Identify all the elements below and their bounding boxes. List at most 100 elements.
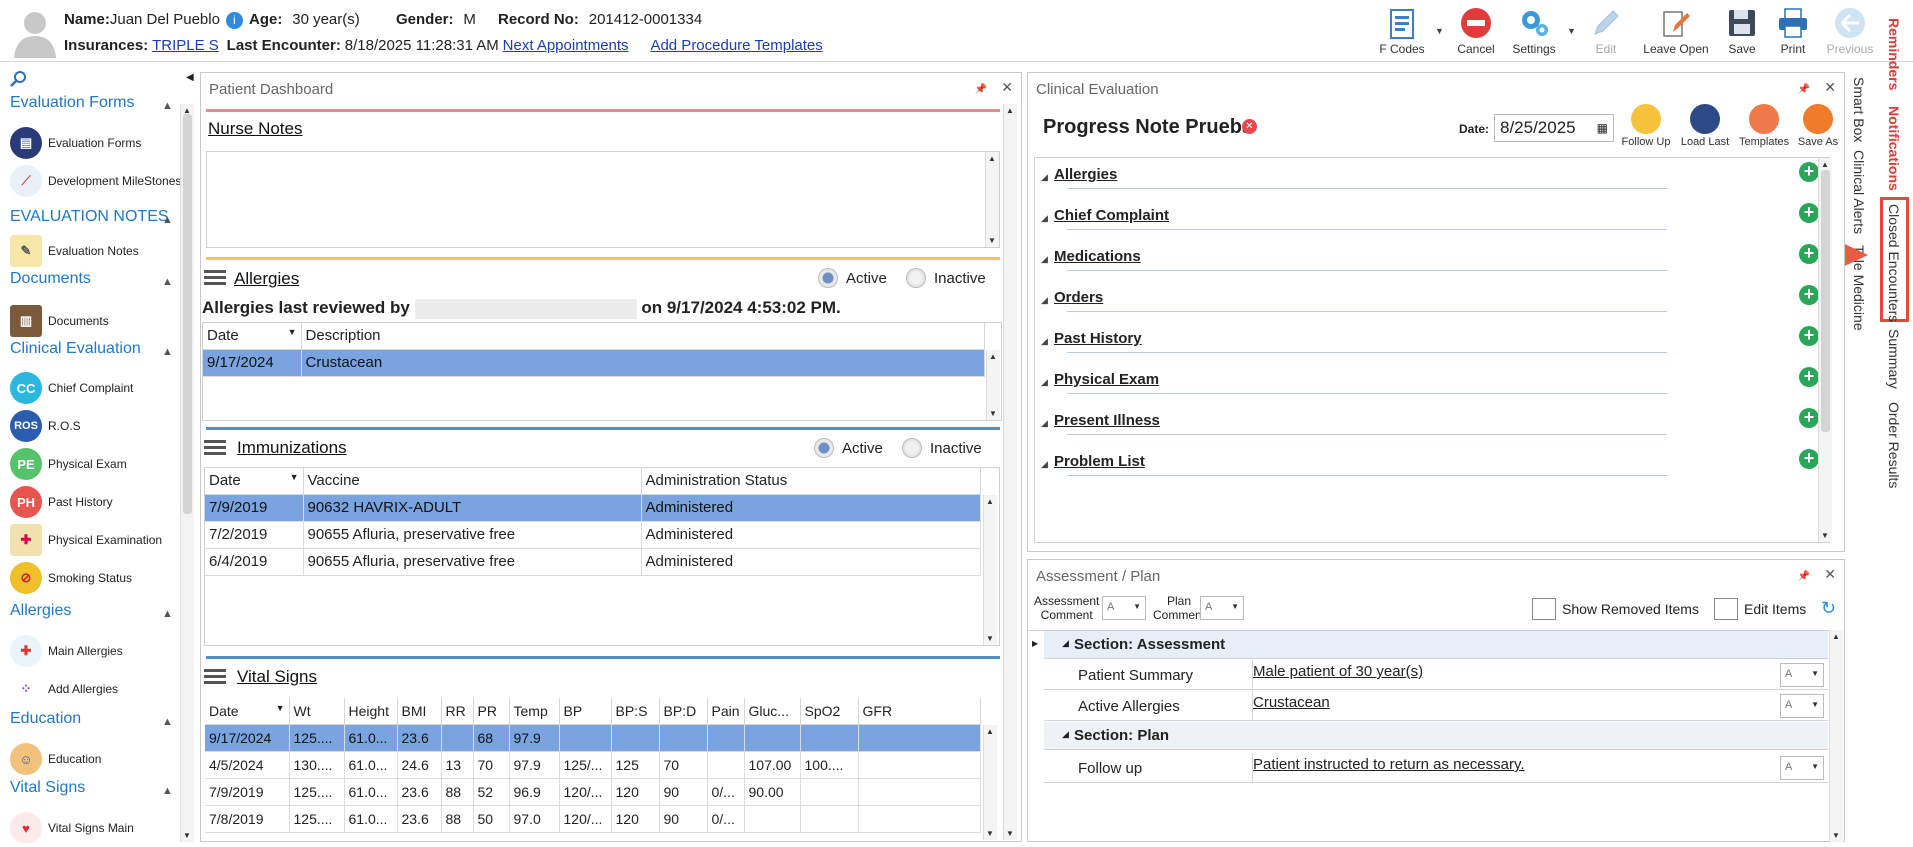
scroll-down-icon[interactable]: ▼ [988, 236, 996, 245]
collapse-triangle-icon[interactable]: ◢ [1041, 459, 1048, 470]
col-header[interactable]: BMI [397, 698, 442, 725]
collapse-triangle-icon[interactable]: ◢ [1041, 418, 1048, 429]
collapse-triangle-icon[interactable]: ◢ [1041, 377, 1048, 388]
scroll-down-icon[interactable]: ▼ [1821, 531, 1829, 540]
scroll-down-icon[interactable]: ▼ [1006, 829, 1014, 838]
collapse-chevron-icon[interactable]: ▲ [162, 785, 173, 797]
assessment-scrollbar[interactable]: ▲ ▼ [1829, 630, 1843, 842]
smart-box-tab[interactable]: Smart Box [1851, 77, 1867, 142]
collapse-chevron-icon[interactable]: ▲ [162, 346, 173, 358]
add-item-plus-icon[interactable]: + [1799, 449, 1819, 469]
table-row[interactable]: 4/5/2024 130.... 61.0... 24.6 13 70 97.9 125/..… [205, 751, 981, 779]
sidebar-scrollbar[interactable]: ▲ ▼ [180, 104, 194, 842]
edit-button[interactable]: Edit [1575, 6, 1637, 60]
immunizations-inactive-radio[interactable]: Inactive [902, 438, 982, 458]
group-evaluation-forms[interactable]: Evaluation Forms [10, 94, 135, 112]
insurance-link[interactable]: TRIPLE S [152, 37, 219, 54]
clinical-section-row[interactable]: ◢ Past History [1037, 324, 1673, 365]
close-icon[interactable]: ✕ [1824, 79, 1836, 95]
next-appointments-link[interactable]: Next Appointments [503, 37, 629, 54]
col-vaccine[interactable]: Vaccine [303, 468, 642, 495]
add-procedure-templates-link[interactable]: Add Procedure Templates [650, 37, 822, 54]
allergies-scrollbar[interactable]: ▲ ▼ [986, 350, 1000, 420]
save-as-button[interactable]: Save As [1793, 104, 1843, 148]
col-date[interactable]: Date ▼ [203, 323, 302, 350]
col-header[interactable]: Height [344, 698, 398, 725]
collapse-chevron-icon[interactable]: ▲ [162, 276, 173, 288]
item-value[interactable]: Male patient of 30 year(s) [1253, 663, 1423, 680]
fcodes-dropdown-icon[interactable]: ▼ [1435, 26, 1444, 36]
collapse-chevron-icon[interactable]: ▲ [162, 100, 173, 112]
table-row[interactable]: 7/9/2019 125.... 61.0... 23.6 88 52 96.9 120/..… [205, 778, 981, 806]
sidebar-item-evaluation-notes[interactable]: ✎ Evaluation Notes [10, 234, 190, 268]
clinical-section-row[interactable]: ◢ Medications [1037, 242, 1673, 283]
sidebar-item-vital-signs-main[interactable]: ♥ Vital Signs Main [10, 811, 190, 843]
item-value[interactable]: Crustacean [1253, 694, 1330, 711]
col-header[interactable]: Gluc... [744, 698, 801, 725]
pin-icon[interactable]: 📌 [975, 84, 987, 95]
clinical-section-row[interactable]: ◢ Allergies [1037, 160, 1673, 201]
plan-comment-dropdown[interactable]: A ▼ [1200, 596, 1244, 620]
sidebar-item-add-allergies[interactable]: ⁘ Add Allergies [10, 672, 190, 706]
add-item-plus-icon[interactable]: + [1799, 285, 1819, 305]
assessment-item-row[interactable]: Patient Summary Male patient of 30 year(s… [1044, 660, 1828, 690]
col-header[interactable]: BP [559, 698, 612, 725]
nurse-notes-textarea[interactable]: ▲ ▼ [206, 151, 1000, 248]
closed-encounters-tab[interactable]: Closed Encounters [1886, 204, 1902, 322]
show-removed-checkbox[interactable] [1532, 598, 1556, 620]
allergies-active-radio[interactable]: Active [818, 268, 887, 288]
col-header[interactable]: GFR [858, 698, 981, 725]
section-name[interactable]: Problem List [1054, 453, 1145, 470]
templates-button[interactable]: Templates [1739, 104, 1789, 148]
col-header[interactable]: RR [441, 698, 474, 725]
scroll-up-icon[interactable]: ▲ [986, 497, 994, 506]
scroll-up-icon[interactable]: ▲ [986, 727, 994, 736]
collapse-chevron-icon[interactable]: ▲ [162, 716, 173, 728]
col-header[interactable]: Date ▼ [205, 698, 290, 725]
sidebar-item-past-history[interactable]: PH Past History [10, 485, 190, 519]
fcodes-button[interactable]: F Codes [1371, 6, 1433, 60]
immunizations-scrollbar[interactable]: ▲ ▼ [983, 495, 997, 645]
section-name[interactable]: Allergies [1054, 166, 1117, 183]
settings-button[interactable]: Settings [1503, 6, 1565, 60]
table-row[interactable]: 7/9/2019 90632 HAVRIX-ADULT Administered [205, 494, 981, 522]
edit-items-checkbox[interactable] [1714, 598, 1738, 620]
collapse-triangle-icon[interactable]: ◢ [1041, 172, 1048, 183]
follow-up-button[interactable]: Follow Up [1621, 104, 1671, 148]
load-last-button[interactable]: Load Last [1680, 104, 1730, 148]
scroll-down-icon[interactable]: ▼ [1832, 831, 1840, 840]
section-name[interactable]: Physical Exam [1054, 371, 1159, 388]
add-item-plus-icon[interactable]: + [1799, 162, 1819, 182]
col-administration-status[interactable]: Administration Status [641, 468, 981, 495]
vitals-scrollbar[interactable]: ▲ ▼ [983, 725, 997, 840]
collapse-chevron-icon[interactable]: ▲ [162, 608, 173, 620]
scroll-up-icon[interactable]: ▲ [1832, 632, 1840, 641]
date-input[interactable]: 8/25/2025 ▦ [1494, 114, 1614, 142]
scroll-up-icon[interactable]: ▲ [1006, 106, 1014, 115]
pin-icon[interactable]: 📌 [1798, 84, 1810, 95]
table-row[interactable]: 9/17/2024 Crustacean [203, 349, 985, 377]
col-date[interactable]: Date ▼ [205, 468, 304, 495]
sidebar-item-main-allergies[interactable]: ✚ Main Allergies [10, 634, 190, 668]
clinical-scrollbar[interactable]: ▲ ▼ [1818, 158, 1832, 542]
immunizations-active-radio[interactable]: Active [814, 438, 883, 458]
leave-open-button[interactable]: Leave Open [1641, 6, 1711, 60]
add-item-plus-icon[interactable]: + [1799, 326, 1819, 346]
sidebar-item-smoking-status[interactable]: ⊘ Smoking Status [10, 561, 190, 595]
scroll-up-icon[interactable]: ▲ [1821, 160, 1829, 169]
section-name[interactable]: Chief Complaint [1054, 207, 1169, 224]
sidebar-item-physical-exam[interactable]: PE Physical Exam [10, 447, 190, 481]
collapse-sidebar-icon[interactable]: ◀ [186, 72, 194, 83]
reminders-tab[interactable]: Reminders [1886, 18, 1902, 90]
print-button[interactable]: Print [1763, 6, 1823, 60]
clinical-section-row[interactable]: ◢ Physical Exam [1037, 365, 1673, 406]
sidebar-item-evaluation-forms[interactable]: ▤ Evaluation Forms [10, 126, 190, 160]
assessment-item-row[interactable]: Active Allergies Crustacean A ▼ [1044, 691, 1828, 721]
group-clinical-evaluation[interactable]: Clinical Evaluation [10, 340, 141, 358]
summary-tab[interactable]: Summary [1886, 329, 1902, 389]
table-row[interactable]: 7/2/2019 90655 Afluria, preservative free… [205, 521, 981, 549]
add-item-plus-icon[interactable]: + [1799, 408, 1819, 428]
table-row[interactable]: 7/8/2019 125.... 61.0... 23.6 88 50 97.0 120/..… [205, 805, 981, 833]
sidebar-item-education[interactable]: ☺ Education [10, 742, 190, 776]
collapse-chevron-icon[interactable]: ▲ [162, 214, 173, 226]
